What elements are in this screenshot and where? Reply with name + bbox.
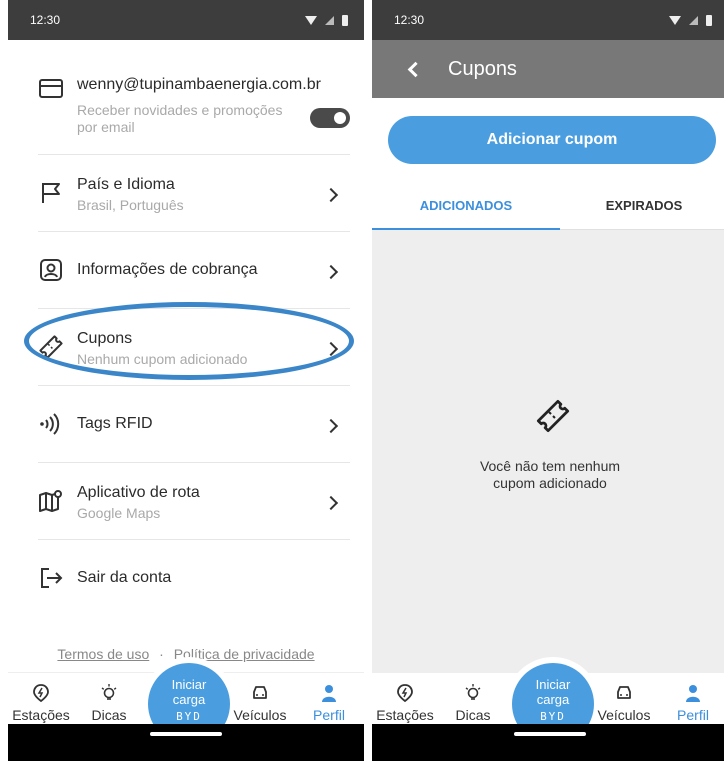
highlight-annotation-ring <box>24 302 354 380</box>
nav-label: Estações <box>376 707 434 723</box>
menu-item-subtitle: Google Maps <box>77 505 161 521</box>
menu-item-title: Sair da conta <box>77 569 172 586</box>
byd-logo: BYD <box>540 710 566 723</box>
map-icon <box>39 490 62 512</box>
menu-item-logout[interactable]: Sair da conta <box>38 539 350 616</box>
flag-icon <box>42 183 60 203</box>
email-newsletter-label-line2: por email <box>77 119 135 135</box>
coupons-screen: 12:30 Cupons Adicionar cupom ADICIONADOS… <box>372 0 724 761</box>
person-icon <box>322 685 336 702</box>
app-header: Cupons <box>372 40 724 98</box>
nav-item-vehicles[interactable]: Veículos <box>225 673 295 723</box>
battery-icon <box>706 14 712 26</box>
page-title: Cupons <box>448 58 517 80</box>
tab-expired[interactable]: EXPIRADOS <box>560 186 724 230</box>
user-card-icon <box>40 259 62 281</box>
bottom-nav: Estações Dicas Iniciar carga BYD Veículo… <box>372 663 724 745</box>
nav-label: Veículos <box>597 707 651 723</box>
envelope-icon <box>39 79 63 98</box>
system-nav-bar <box>8 724 364 761</box>
nav-item-profile[interactable]: Perfil <box>658 673 724 723</box>
chevron-right-icon <box>323 264 339 280</box>
nav-item-vehicles[interactable]: Veículos <box>589 673 659 723</box>
status-bar: 12:30 <box>372 0 724 40</box>
email-row: wenny@tupinambaenergia.com.br Receber no… <box>38 72 350 162</box>
start-charge-label-line2: carga <box>172 692 206 707</box>
signal-icon <box>325 15 334 25</box>
tab-added[interactable]: ADICIONADOS <box>372 186 560 230</box>
status-time: 12:30 <box>30 13 61 27</box>
start-charge-label-line1: Iniciar <box>171 677 207 692</box>
nav-label: Dicas <box>455 707 491 723</box>
byd-logo: BYD <box>176 710 202 723</box>
menu-item-rfid-tags[interactable]: Tags RFID <box>38 385 350 462</box>
nav-item-stations[interactable]: Estações <box>372 673 440 723</box>
status-time: 12:30 <box>394 13 425 27</box>
menu-item-title: Tags RFID <box>77 415 153 432</box>
footer-separator: · <box>159 646 164 662</box>
lightbulb-icon <box>101 684 117 700</box>
chevron-right-icon <box>323 495 339 511</box>
system-nav-bar <box>372 724 724 761</box>
wifi-icon <box>669 15 681 25</box>
status-icons <box>305 14 348 26</box>
start-charge-label-line1: Iniciar <box>535 677 571 692</box>
nav-label: Veículos <box>233 707 287 723</box>
signal-icon <box>689 15 698 25</box>
nav-item-tips[interactable]: Dicas <box>438 673 508 723</box>
charging-station-icon <box>397 684 413 703</box>
home-indicator[interactable] <box>150 732 222 736</box>
nav-item-tips[interactable]: Dicas <box>74 673 144 723</box>
privacy-link[interactable]: Política de privacidade <box>174 646 315 662</box>
nav-item-stations[interactable]: Estações <box>8 673 76 723</box>
terms-link[interactable]: Termos de uso <box>57 646 149 662</box>
email-newsletter-label-line1: Receber novidades e promoções <box>77 102 283 118</box>
add-coupon-button[interactable]: Adicionar cupom <box>388 116 716 164</box>
status-bar: 12:30 <box>8 0 364 40</box>
empty-state-line2: cupom adicionado <box>493 475 607 491</box>
menu-item-billing[interactable]: Informações de cobrança <box>38 231 350 308</box>
menu-item-title: País e Idioma <box>77 176 175 193</box>
home-indicator[interactable] <box>514 732 586 736</box>
status-icons <box>669 14 712 26</box>
empty-state-message: Você não tem nenhum cupom adicionado <box>372 458 724 492</box>
start-charge-label-line2: carga <box>536 692 570 707</box>
nav-label: Perfil <box>677 707 709 723</box>
battery-icon <box>342 14 348 26</box>
menu-item-route-app[interactable]: Aplicativo de rota Google Maps <box>38 462 350 539</box>
empty-state-line1: Você não tem nenhum <box>479 458 621 474</box>
car-icon <box>253 686 267 699</box>
nav-label: Dicas <box>91 707 127 723</box>
nav-item-profile[interactable]: Perfil <box>294 673 364 723</box>
bottom-nav: Estações Dicas Iniciar carga BYD Veículo… <box>8 663 364 745</box>
car-icon <box>617 686 631 699</box>
footer-links: Termos de uso · Política de privacidade <box>8 646 364 662</box>
coupon-tabs: ADICIONADOS EXPIRADOS <box>372 186 724 230</box>
nav-label: Perfil <box>313 707 345 723</box>
wifi-icon <box>305 15 317 25</box>
chevron-right-icon <box>323 418 339 434</box>
nav-label: Estações <box>12 707 70 723</box>
profile-screen: 12:30 wenny@tupinambaenergia.com.br Rece… <box>8 0 364 761</box>
chevron-right-icon <box>323 187 339 203</box>
empty-state: Você não tem nenhum cupom adicionado <box>372 230 724 672</box>
person-icon <box>686 685 700 702</box>
menu-item-title: Aplicativo de rota <box>77 484 200 501</box>
menu-item-country-language[interactable]: País e Idioma Brasil, Português <box>38 154 350 231</box>
menu-item-subtitle: Brasil, Português <box>77 197 184 213</box>
lightbulb-icon <box>465 684 481 700</box>
email-address: wenny@tupinambaenergia.com.br <box>77 76 321 93</box>
rfid-signal-icon <box>40 413 60 435</box>
back-arrow-icon[interactable] <box>407 61 424 78</box>
charging-station-icon <box>33 684 49 703</box>
newsletter-toggle[interactable] <box>310 108 350 128</box>
ticket-icon <box>536 399 570 433</box>
logout-icon <box>41 568 63 588</box>
menu-item-title: Informações de cobrança <box>77 261 258 278</box>
